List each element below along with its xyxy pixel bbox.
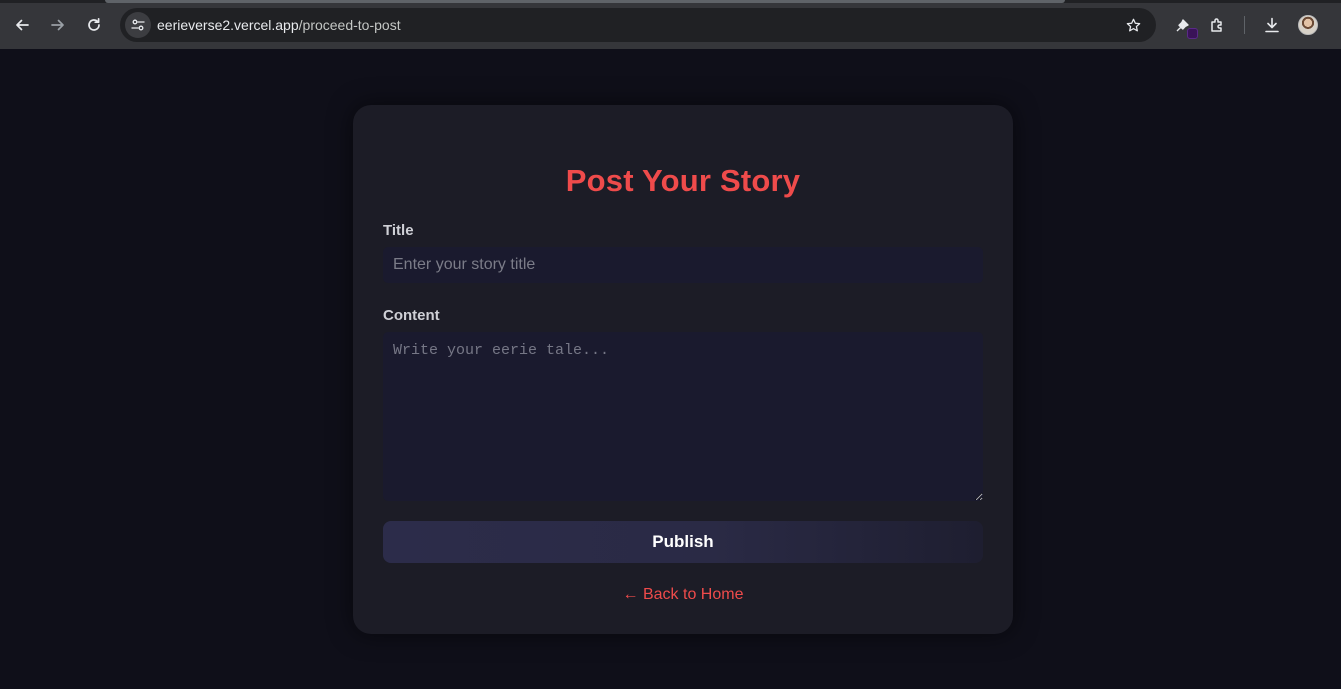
- page-title: Post Your Story: [565, 163, 801, 198]
- browser-toolbar: eerieverse2.vercel.app/proceed-to-post: [0, 0, 1341, 49]
- post-story-card: Post Your Story Title Content Publish ← …: [353, 105, 1013, 634]
- tab-strip: [0, 0, 1341, 3]
- content-textarea[interactable]: [383, 332, 983, 501]
- site-info-icon[interactable]: [125, 12, 151, 38]
- back-arrow-icon[interactable]: [9, 12, 35, 38]
- extension-badge: [1187, 28, 1198, 39]
- profile-avatar[interactable]: [1298, 15, 1318, 35]
- title-input[interactable]: [383, 247, 983, 283]
- extensions-puzzle-icon[interactable]: [1206, 13, 1230, 37]
- bookmark-star-icon[interactable]: [1124, 16, 1142, 34]
- url-text[interactable]: eerieverse2.vercel.app/proceed-to-post: [157, 17, 401, 33]
- forward-arrow-icon[interactable]: [45, 12, 71, 38]
- extension-pin-icon[interactable]: [1171, 13, 1198, 39]
- active-tab[interactable]: [105, 0, 1065, 3]
- address-bar[interactable]: eerieverse2.vercel.app/proceed-to-post: [120, 8, 1156, 42]
- content-label: Content: [383, 307, 440, 324]
- reload-icon[interactable]: [81, 12, 107, 38]
- url-path: /proceed-to-post: [298, 17, 401, 33]
- title-label: Title: [383, 222, 414, 239]
- download-icon[interactable]: [1260, 13, 1284, 37]
- url-host: eerieverse2.vercel.app: [157, 17, 299, 33]
- toolbar-separator: [1244, 16, 1245, 34]
- publish-button[interactable]: Publish: [383, 521, 983, 563]
- back-to-home-link[interactable]: ← Back to Home: [353, 586, 1013, 604]
